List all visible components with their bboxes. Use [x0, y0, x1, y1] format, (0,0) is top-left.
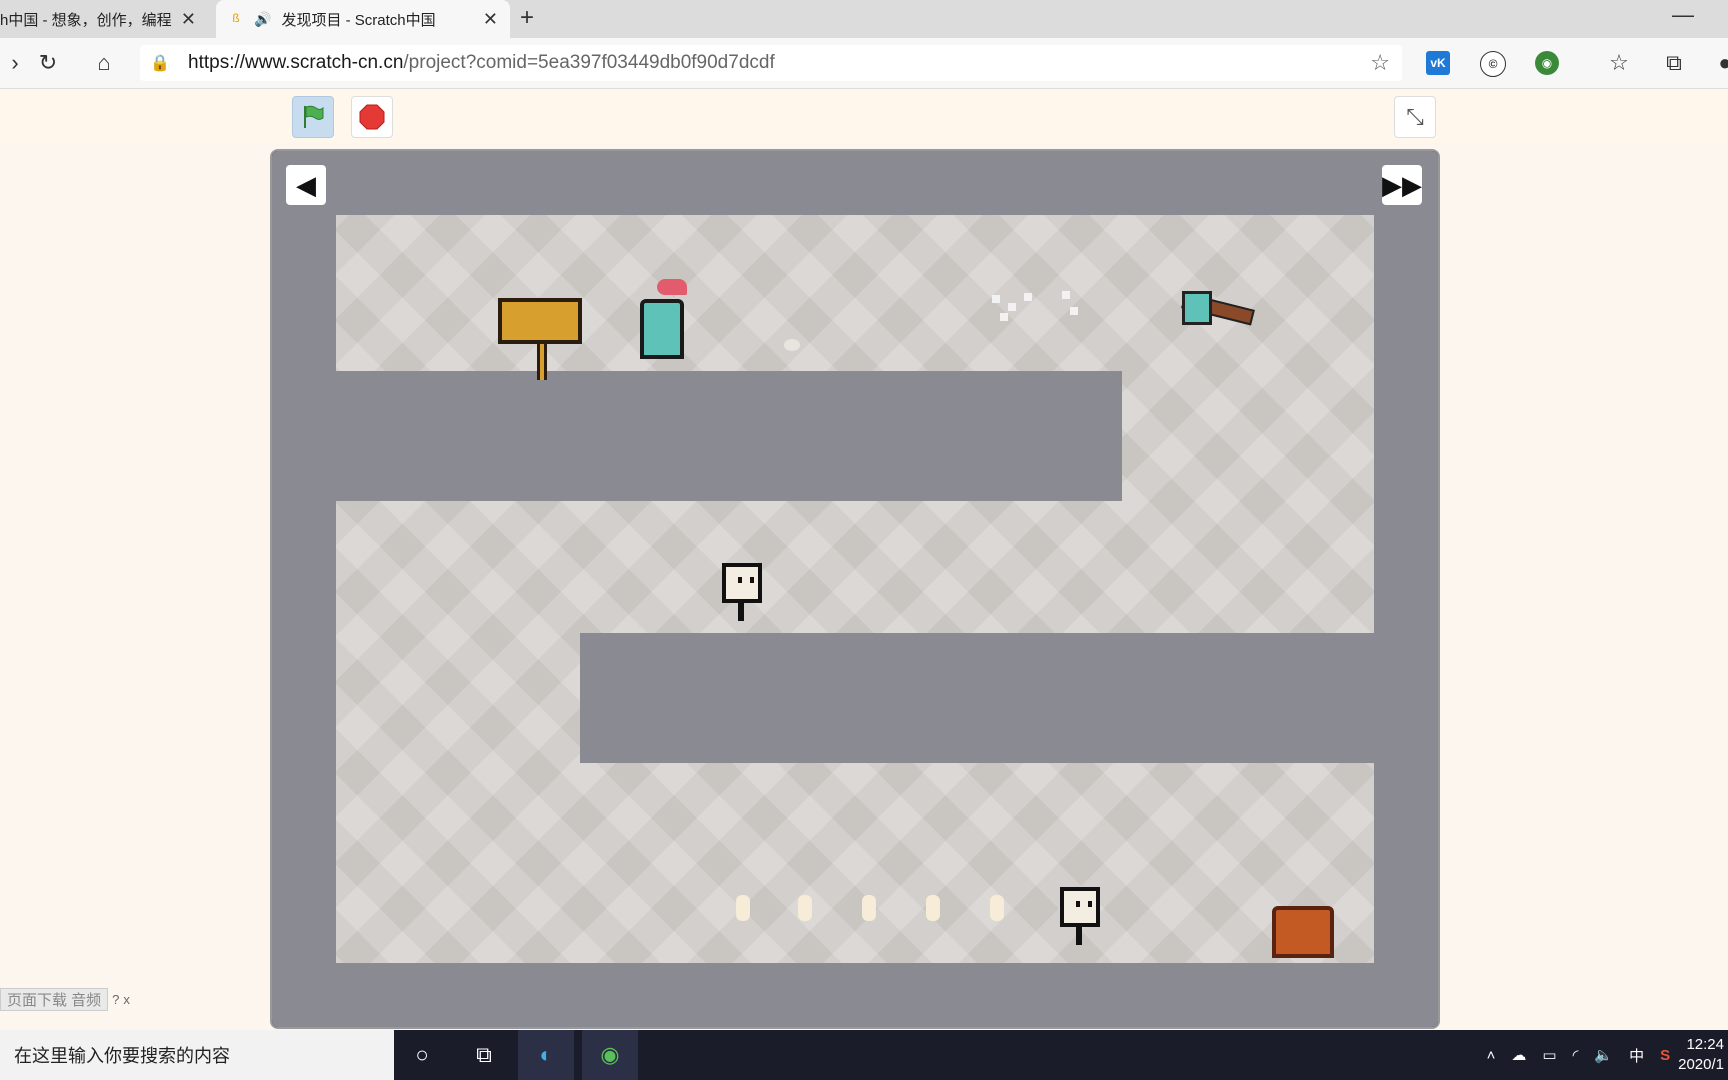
- ghost-enemy-sprite[interactable]: [722, 563, 762, 603]
- collections-icon[interactable]: ⧉: [1659, 48, 1689, 78]
- coin-pellet: [736, 895, 750, 921]
- tab-title: 发现项目 - Scratch中国: [281, 11, 436, 29]
- platform-upper: [336, 371, 1122, 501]
- search-placeholder: 在这里输入你要搜索的内容: [14, 1046, 230, 1066]
- ghost-enemy-sprite[interactable]: [1060, 887, 1100, 927]
- task-view-icon[interactable]: ⧉: [456, 1030, 512, 1080]
- clock-date: 2020/1: [1678, 1056, 1724, 1073]
- reload-icon[interactable]: ↻: [33, 48, 63, 78]
- extension-globe-icon[interactable]: ◉: [1535, 51, 1559, 75]
- back-level-icon[interactable]: ◀: [286, 165, 326, 205]
- url-rest: /project?comid=5ea397f03449db0f90d7dcdf: [403, 52, 775, 73]
- help-icon[interactable]: ?: [112, 992, 119, 1007]
- wall-top: [272, 151, 1438, 215]
- coin-pellet: [798, 895, 812, 921]
- next-level-icon[interactable]: ▶▶: [1382, 165, 1422, 205]
- minimize-icon[interactable]: —: [1672, 2, 1694, 28]
- treasure-chest-sprite[interactable]: [1272, 906, 1334, 958]
- system-tray: ˄ ☁ ▭ ◜ 🔈 中 S 12:24 2020/1: [1479, 1030, 1728, 1080]
- knight-player-sprite[interactable]: [640, 299, 684, 359]
- ghost-leg: [1076, 927, 1082, 945]
- speaker-icon[interactable]: 🔈: [1594, 1046, 1613, 1064]
- download-text[interactable]: 页面下载 音频: [0, 987, 109, 1011]
- platform-middle: [580, 633, 1374, 763]
- url-prefix: https://www.scratch-cn.cn: [188, 52, 404, 73]
- ime-indicator[interactable]: 中: [1629, 1045, 1644, 1066]
- scratch-icon: ß: [232, 11, 240, 25]
- tab-title: h中国 - 想象，创作，编程: [0, 11, 172, 29]
- tab-scratch-home[interactable]: h中国 - 想象，创作，编程 ✕: [0, 0, 208, 38]
- coin-pellet: [862, 895, 876, 921]
- coin-pellet: [926, 895, 940, 921]
- dust-sprite: [784, 339, 800, 351]
- close-icon[interactable]: x: [123, 992, 130, 1007]
- exit-fullscreen-icon[interactable]: ⤡: [1394, 96, 1436, 138]
- stop-icon[interactable]: [351, 96, 393, 138]
- favorite-star-icon[interactable]: ☆: [1370, 50, 1390, 76]
- sparkle-icon: [1062, 291, 1070, 299]
- sparkle-icon: [992, 295, 1000, 303]
- game-stage[interactable]: ◀ ▶▶: [270, 149, 1440, 1029]
- favorites-icon[interactable]: ☆: [1604, 48, 1634, 78]
- sogou-icon[interactable]: S: [1660, 1047, 1670, 1064]
- edge-browser-icon[interactable]: ◐: [518, 1030, 574, 1080]
- knight-plume: [657, 279, 687, 295]
- wall-bottom: [272, 963, 1438, 1027]
- signboard-sprite[interactable]: [498, 298, 582, 344]
- signpost-sprite: [537, 344, 547, 380]
- taskbar-search[interactable]: 在这里输入你要搜索的内容: [0, 1030, 394, 1080]
- wifi-icon[interactable]: ◜: [1573, 1046, 1579, 1064]
- coin-pellet: [990, 895, 1004, 921]
- ghost-leg: [738, 603, 744, 621]
- green-flag-icon[interactable]: [292, 96, 334, 138]
- profile-avatar[interactable]: ●: [1710, 48, 1728, 78]
- sparkle-icon: [1070, 307, 1078, 315]
- cloud-icon[interactable]: ☁: [1511, 1046, 1526, 1064]
- sparkle-icon: [1000, 313, 1008, 321]
- new-tab-icon[interactable]: +: [520, 4, 534, 32]
- scratch-controls: ⤡: [0, 89, 1728, 143]
- tab-strip: h中国 - 想象，创作，编程 ✕ ß 🔊 发现项目 - Scratch中国 ✕ …: [0, 0, 1728, 38]
- home-icon[interactable]: ⌂: [89, 48, 119, 78]
- browser-toolbar: › ↻ ⌂ 🔒 https://www.scratch-cn.cn/projec…: [0, 38, 1728, 89]
- sparkle-icon: [1008, 303, 1016, 311]
- axe-sprite[interactable]: [1182, 291, 1212, 325]
- clock-time: 12:24: [1686, 1036, 1724, 1053]
- cortana-icon[interactable]: ○: [394, 1030, 450, 1080]
- extension-copyright-icon[interactable]: ©: [1480, 51, 1506, 77]
- back-icon[interactable]: ›: [0, 48, 30, 78]
- wall-right: [1374, 151, 1438, 1027]
- extension-vk-icon[interactable]: vK: [1426, 51, 1450, 75]
- download-overlay[interactable]: 页面下载 音频 ? x: [0, 987, 130, 1011]
- tab-discover-projects[interactable]: ß 🔊 发现项目 - Scratch中国 ✕: [216, 0, 510, 38]
- close-icon[interactable]: ✕: [181, 9, 196, 30]
- app-icon[interactable]: ◉: [582, 1030, 638, 1080]
- windows-taskbar: 在这里输入你要搜索的内容 ○ ⧉ ◐ ◉ ˄ ☁ ▭ ◜ 🔈 中 S 12:24…: [0, 1030, 1728, 1080]
- wall-left: [272, 151, 336, 1027]
- battery-icon[interactable]: ▭: [1542, 1046, 1556, 1064]
- clock[interactable]: 12:24 2020/1: [1678, 1035, 1724, 1075]
- chevron-up-icon[interactable]: ˄: [1487, 1047, 1496, 1064]
- address-bar[interactable]: 🔒 https://www.scratch-cn.cn/project?comi…: [140, 45, 1402, 81]
- close-icon[interactable]: ✕: [483, 9, 498, 30]
- speaker-icon[interactable]: 🔊: [254, 11, 271, 28]
- lock-icon: 🔒: [150, 55, 170, 72]
- sparkle-icon: [1024, 293, 1032, 301]
